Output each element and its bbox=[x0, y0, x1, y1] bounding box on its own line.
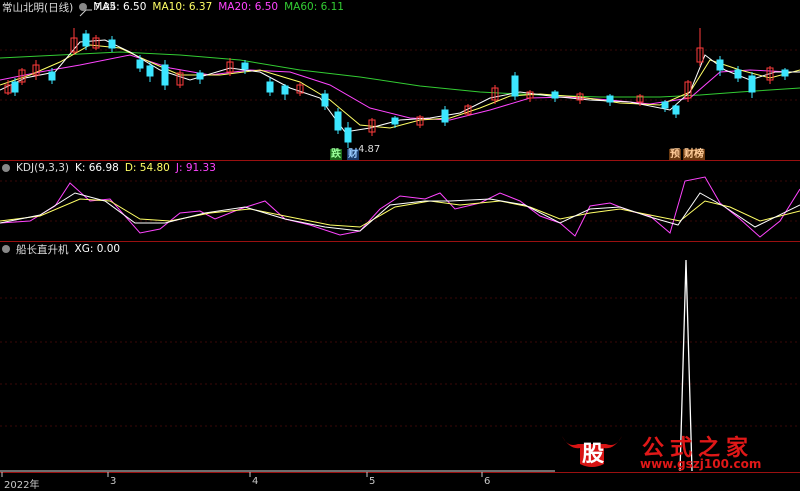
ma60-readout: MA60: 6.11 bbox=[284, 1, 344, 13]
ma10-readout: MA10: 6.37 bbox=[152, 1, 213, 13]
settings-dot-icon[interactable] bbox=[2, 245, 10, 253]
ma5-line bbox=[0, 39, 800, 133]
kdj-d-readout: D: 54.80 bbox=[124, 162, 170, 174]
kdj-pane[interactable]: KDJ(9,3,3) K: 66.98 D: 54.80 J: 91.33 bbox=[0, 161, 800, 241]
kdj-header: KDJ(9,3,3) K: 66.98 D: 54.80 J: 91.33 bbox=[0, 161, 216, 175]
site-watermark-logo: 股 公式之家 www.gszj100.com bbox=[556, 430, 792, 472]
ma20-readout: MA20: 6.50 bbox=[218, 1, 279, 13]
price-pane[interactable]: 常山北明(日线) MA5: 6.50 MA10: 6.37 MA20: 6.50… bbox=[0, 0, 800, 161]
settings-dot-icon[interactable] bbox=[79, 3, 88, 11]
settings-dot-icon[interactable] bbox=[2, 164, 10, 172]
ma20-line bbox=[0, 54, 791, 121]
axis-tick: 4 bbox=[252, 476, 259, 487]
xg-title: 船长直升机 bbox=[16, 243, 69, 256]
site-url: www.gszj100.com bbox=[640, 457, 762, 471]
axis-tick: 3 bbox=[110, 476, 117, 487]
low-price-label: 4.87 bbox=[358, 144, 381, 155]
time-axis: 2022年 3 4 5 6 bbox=[0, 472, 800, 491]
logo-glyph: 股 bbox=[582, 442, 605, 467]
kdj-k-readout: K: 66.98 bbox=[74, 162, 119, 174]
ma5-readout: MA5: 6.50 bbox=[93, 1, 147, 13]
stock-title: 常山北明(日线) bbox=[2, 1, 74, 14]
xg-header: 船长直升机 XG: 0.00 bbox=[0, 242, 120, 256]
kdj-j-readout: J: 91.33 bbox=[175, 162, 216, 174]
candles bbox=[4, 28, 789, 148]
ma60-line bbox=[0, 51, 800, 98]
kdj-title: KDJ(9,3,3) bbox=[16, 162, 69, 174]
candlestick-chart bbox=[0, 9, 800, 151]
axis-tick: 2022年 bbox=[4, 480, 40, 491]
xg-readout: XG: 0.00 bbox=[74, 243, 121, 255]
axis-tick: 6 bbox=[484, 476, 491, 487]
axis-tick: 5 bbox=[369, 476, 376, 487]
price-pane-header: 常山北明(日线) MA5: 6.50 MA10: 6.37 MA20: 6.50… bbox=[0, 0, 344, 14]
